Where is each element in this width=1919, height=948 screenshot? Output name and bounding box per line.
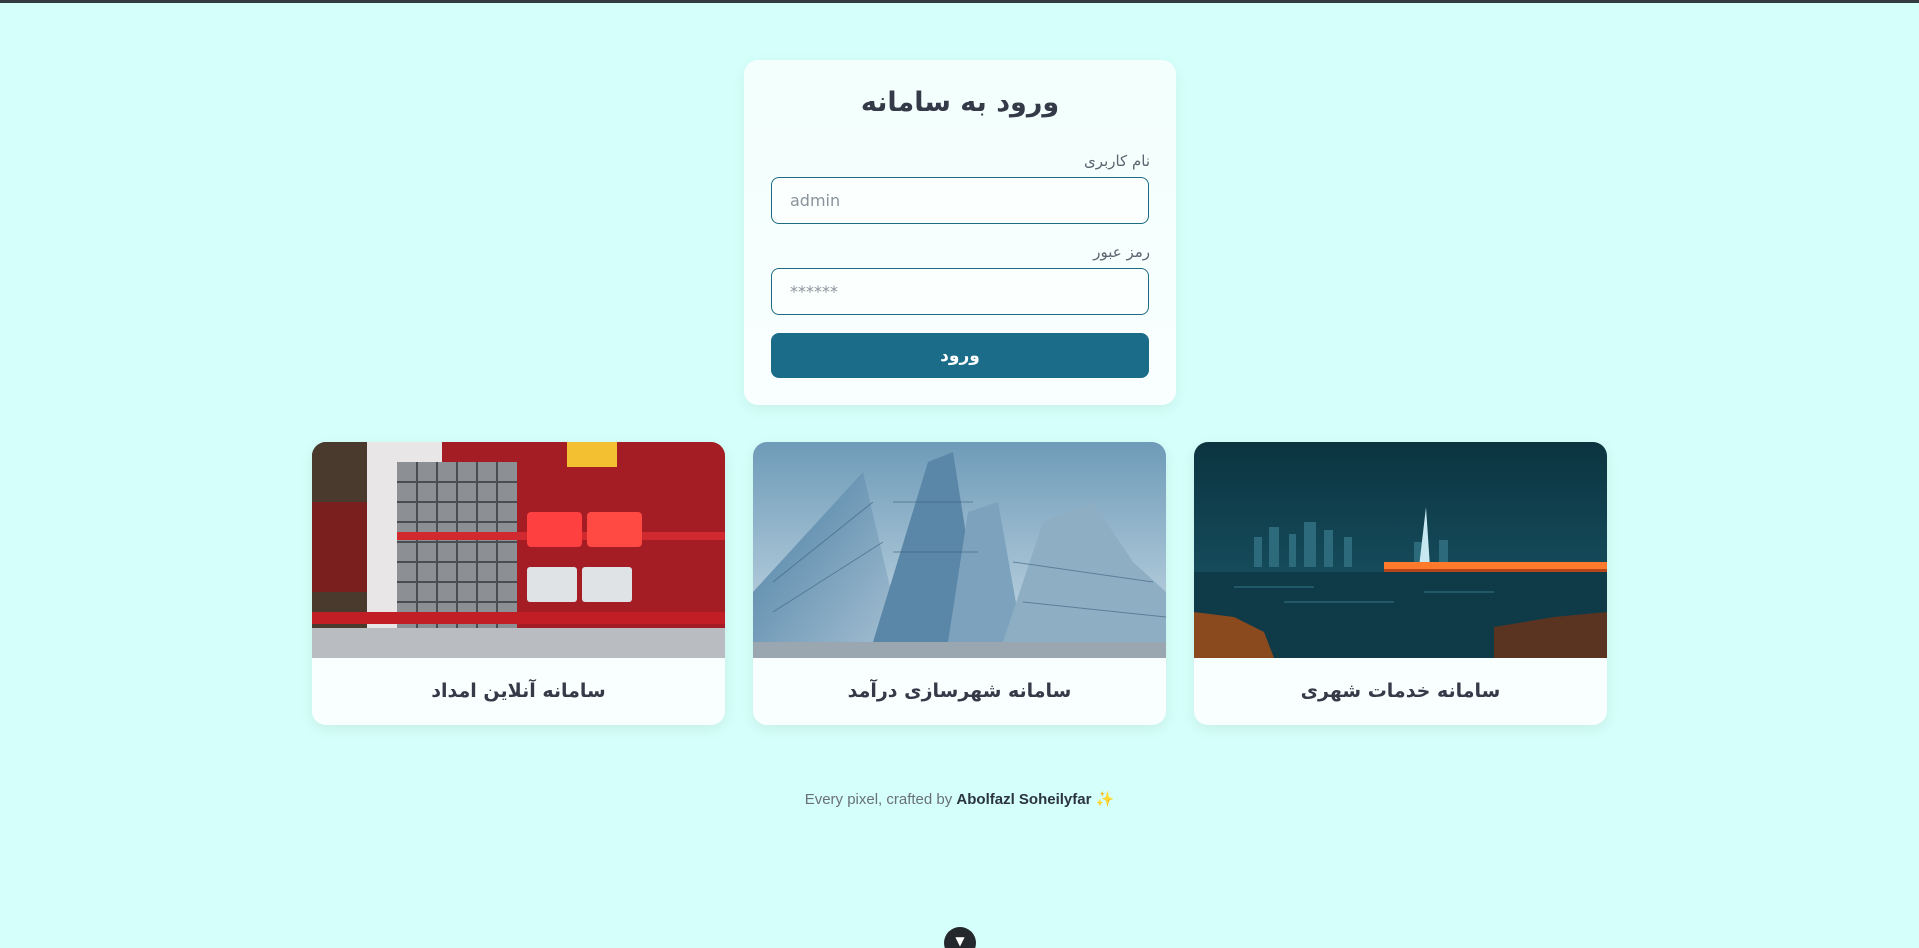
service-title: سامانه شهرسازی درآمد bbox=[847, 680, 1072, 702]
footer-credit: Every pixel, crafted by Abolfazl Soheily… bbox=[0, 790, 1919, 808]
service-title: سامانه خدمات شهری bbox=[1300, 680, 1501, 702]
username-input[interactable] bbox=[771, 177, 1149, 224]
login-button[interactable]: ورود bbox=[771, 333, 1149, 378]
skyscrapers-image bbox=[753, 442, 1166, 658]
login-card: ورود به سامانه نام کاربری رمز عبور ورود bbox=[744, 60, 1176, 405]
footer-prefix: Every pixel, crafted by bbox=[804, 791, 953, 808]
service-title: سامانه آنلاین امداد bbox=[431, 680, 606, 702]
night-city-image bbox=[1194, 442, 1607, 658]
service-card-emergency[interactable]: سامانه آنلاین امداد bbox=[312, 442, 725, 725]
footer-author: Abolfazl Soheilyfar bbox=[956, 791, 1092, 808]
vue-logo-icon[interactable]: ▼ bbox=[944, 927, 976, 948]
service-card-urban-planning[interactable]: سامانه شهرسازی درآمد bbox=[753, 442, 1166, 725]
fire-truck-image bbox=[312, 442, 725, 658]
sparkle-icon: ✨ bbox=[1095, 791, 1115, 808]
service-card-city-services[interactable]: سامانه خدمات شهری bbox=[1194, 442, 1607, 725]
username-label: نام کاربری bbox=[1084, 152, 1150, 170]
login-title: ورود به سامانه bbox=[860, 87, 1060, 118]
password-label: رمز عبور bbox=[1093, 243, 1150, 261]
password-input[interactable] bbox=[771, 268, 1149, 315]
